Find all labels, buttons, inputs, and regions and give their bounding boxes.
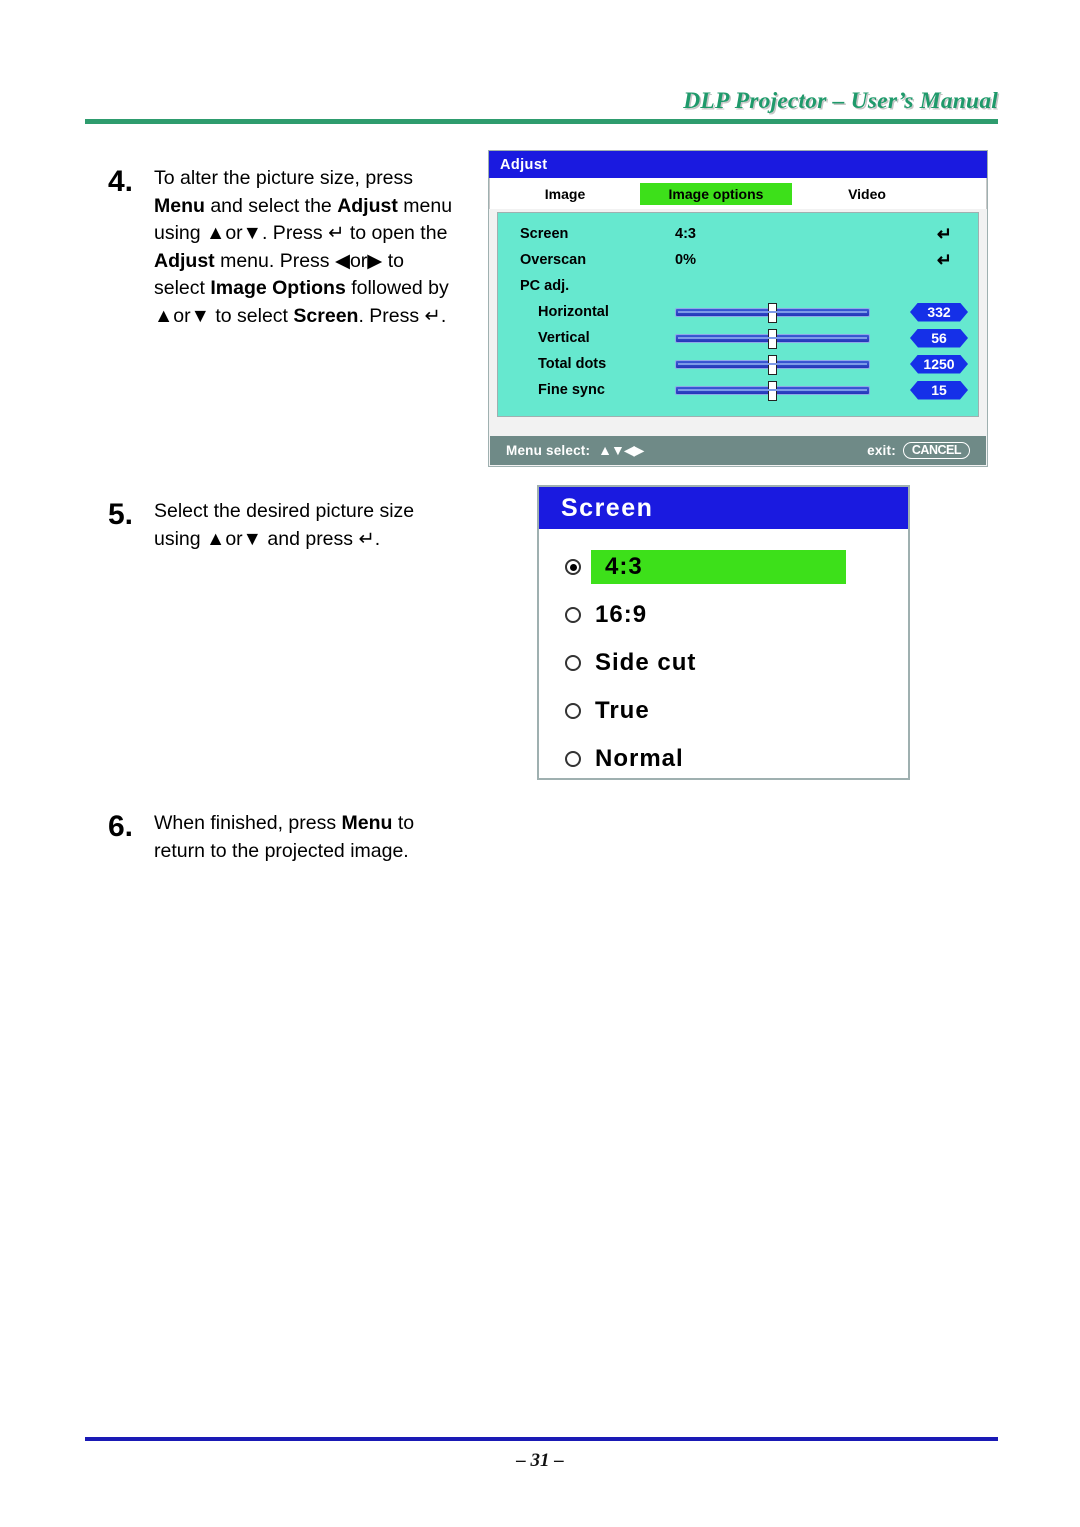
screen-option-16-9[interactable]: 16:9	[539, 591, 908, 639]
enter-arrow-icon: ↵	[936, 224, 952, 244]
step-text: Select the desired picture size using ▲o…	[154, 500, 415, 550]
screen-option-side-cut[interactable]: Side cut	[539, 639, 908, 687]
instruction-step-5: 5. Select the desired picture size using…	[108, 498, 454, 553]
osd-row-value: 4:3	[675, 226, 696, 242]
radio-icon[interactable]	[565, 607, 581, 623]
osd-row-horizontal[interactable]: Horizontal 332	[498, 299, 978, 325]
osd-row-screen[interactable]: Screen 4:3 ↵	[498, 221, 978, 247]
osd-row-label: Fine sync	[538, 382, 605, 398]
slider-thumb[interactable]	[768, 328, 777, 349]
radio-icon[interactable]	[565, 703, 581, 719]
osd-row-vertical[interactable]: Vertical 56	[498, 325, 978, 351]
exit-group: exit: CANCEL	[867, 442, 970, 459]
radio-icon[interactable]	[565, 751, 581, 767]
osd-row-total-dots[interactable]: Total dots 1250	[498, 351, 978, 377]
fine-sync-value-badge: 15	[910, 381, 968, 400]
step-number: 6.	[108, 810, 134, 843]
tab-video[interactable]: Video	[792, 186, 942, 202]
screen-option-true[interactable]: True	[539, 687, 908, 735]
osd-titlebar: Adjust	[489, 151, 987, 178]
osd-row-pc-adj: PC adj.	[498, 273, 978, 299]
osd-row-fine-sync[interactable]: Fine sync 15	[498, 377, 978, 403]
vertical-slider[interactable]	[675, 328, 870, 349]
header-divider	[85, 119, 998, 124]
osd-row-label: Horizontal	[538, 304, 609, 320]
instruction-step-6: 6. When finished, press Menu to return t…	[108, 810, 454, 865]
slider-thumb[interactable]	[768, 380, 777, 401]
page-header: DLP Projector – User’s Manual	[85, 88, 998, 130]
step-text: When finished, press Menu to return to t…	[154, 812, 415, 862]
step-number: 5.	[108, 498, 134, 531]
tab-image[interactable]: Image	[490, 186, 640, 202]
radio-icon[interactable]	[565, 655, 581, 671]
option-label: True	[595, 697, 650, 724]
screen-dialog-title: Screen	[561, 493, 654, 522]
direction-arrows-icon: ▲▼◀▶	[598, 442, 644, 458]
tab-image-options[interactable]: Image options	[640, 182, 792, 205]
osd-row-label: Vertical	[538, 330, 590, 346]
slider-thumb[interactable]	[768, 354, 777, 375]
slider-thumb[interactable]	[768, 302, 777, 323]
osd-title: Adjust	[500, 156, 548, 173]
step-text: To alter the picture size, press Menu an…	[154, 167, 453, 327]
menu-select-label: Menu select:	[506, 443, 591, 458]
screen-selection-dialog: Screen 4:3 16:9 Side cut True Normal	[537, 485, 910, 780]
osd-row-overscan[interactable]: Overscan 0% ↵	[498, 247, 978, 273]
osd-row-label: Total dots	[538, 356, 607, 372]
osd-row-value: 0%	[675, 252, 696, 268]
cancel-button-chip[interactable]: CANCEL	[902, 442, 970, 459]
screen-option-4-3[interactable]: 4:3	[539, 543, 908, 591]
option-label: Side cut	[595, 649, 697, 676]
osd-tab-row: Image Image options Video	[489, 178, 987, 209]
osd-adjust-menu: Adjust Image Image options Video Screen …	[488, 150, 988, 467]
vertical-value-badge: 56	[910, 329, 968, 348]
osd-row-label: Screen	[520, 226, 569, 242]
page-title: DLP Projector – User’s Manual	[683, 88, 998, 114]
footer-divider	[85, 1437, 998, 1441]
instruction-step-4: 4. To alter the picture size, press Menu…	[108, 165, 454, 330]
screen-option-normal[interactable]: Normal	[539, 735, 908, 783]
osd-row-label: Overscan	[520, 252, 587, 268]
screen-dialog-titlebar: Screen	[539, 487, 908, 529]
horizontal-slider[interactable]	[675, 302, 870, 323]
fine-sync-slider[interactable]	[675, 380, 870, 401]
option-label: Normal	[595, 745, 684, 772]
exit-label: exit:	[867, 443, 896, 458]
horizontal-value-badge: 332	[910, 303, 968, 322]
osd-status-bar: Menu select: ▲▼◀▶ exit: CANCEL	[490, 436, 986, 465]
osd-row-label: PC adj.	[520, 278, 570, 294]
total-dots-value-badge: 1250	[910, 355, 968, 374]
screen-option-list: 4:3 16:9 Side cut True Normal	[539, 529, 908, 783]
page-number: – 31 –	[516, 1450, 564, 1471]
osd-content-area: Screen 4:3 ↵ Overscan 0% ↵ PC adj. Horiz…	[497, 212, 979, 417]
option-label: 4:3	[591, 550, 846, 584]
enter-arrow-icon: ↵	[936, 250, 952, 270]
option-label: 16:9	[595, 601, 648, 628]
total-dots-slider[interactable]	[675, 354, 870, 375]
step-number: 4.	[108, 165, 134, 198]
radio-icon[interactable]	[565, 559, 581, 575]
